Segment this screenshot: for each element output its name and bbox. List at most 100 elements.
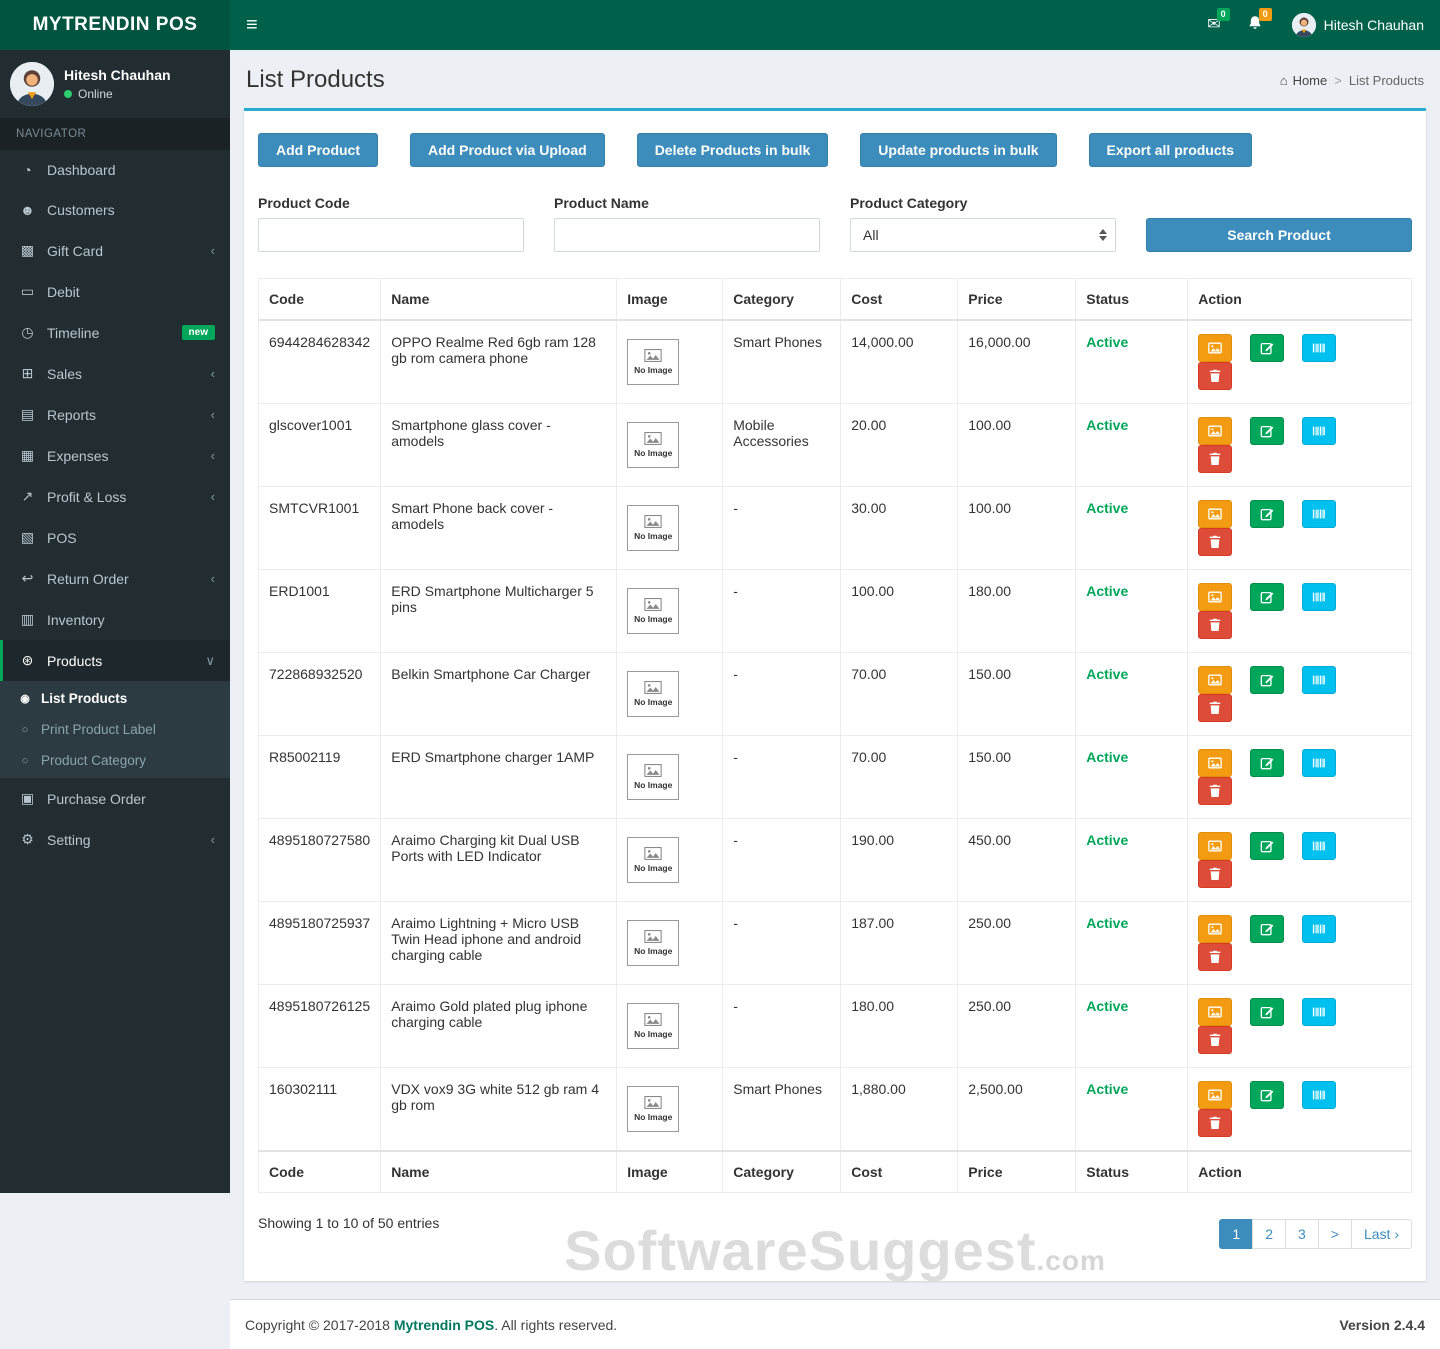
edit-action-button[interactable] <box>1250 334 1285 362</box>
barcode-action-button[interactable] <box>1302 417 1337 445</box>
barcode-action-button[interactable] <box>1302 666 1337 694</box>
product-image-cell: No Image <box>616 818 724 902</box>
sidebar-item-print-product-label[interactable]: ○ Print Product Label <box>0 714 230 745</box>
status-badge: Active <box>1086 915 1129 931</box>
sidebar-item-timeline[interactable]: ◷ Timeline new <box>0 312 230 353</box>
product-status-cell: Active <box>1075 984 1189 1068</box>
barcode-action-button[interactable] <box>1302 749 1337 777</box>
edit-icon <box>1260 342 1274 355</box>
delete-action-button[interactable] <box>1198 943 1233 971</box>
cart-icon: ⊞ <box>21 365 34 381</box>
add-product-button[interactable]: Add Product <box>258 133 378 167</box>
dashboard-icon: ◔ <box>23 162 32 178</box>
sidebar-item-products[interactable]: ⊛ Products ∨ <box>0 640 230 681</box>
circle-icon: ○ <box>21 754 29 767</box>
edit-action-button[interactable] <box>1250 583 1285 611</box>
delete-action-button[interactable] <box>1198 694 1233 722</box>
sidebar-item-setting[interactable]: ⚙ Setting ‹ <box>0 819 230 860</box>
barcode-action-button[interactable] <box>1302 500 1337 528</box>
table-row: 160302111 VDX vox9 3G white 512 gb ram 4… <box>257 1067 1412 1152</box>
breadcrumb-separator: > <box>1334 72 1342 88</box>
sidebar-item-sales[interactable]: ⊞ Sales ‹ <box>0 353 230 394</box>
search-product-button[interactable]: Search Product <box>1146 218 1412 252</box>
image-action-button[interactable] <box>1198 1081 1233 1109</box>
page-2[interactable]: 2 <box>1252 1219 1286 1249</box>
barcode-action-button[interactable] <box>1302 832 1337 860</box>
delete-action-button[interactable] <box>1198 362 1233 390</box>
delete-action-button[interactable] <box>1198 445 1233 473</box>
image-action-button[interactable] <box>1198 832 1233 860</box>
sidebar-item-pos[interactable]: ▧ POS <box>0 517 230 558</box>
edit-action-button[interactable] <box>1250 1081 1285 1109</box>
image-action-button[interactable] <box>1198 998 1233 1026</box>
product-price-cell: 150.00 <box>957 735 1077 819</box>
product-status-cell: Active <box>1075 319 1189 404</box>
footer-brand-link[interactable]: Mytrendin POS <box>394 1317 494 1333</box>
page-3[interactable]: 3 <box>1285 1219 1319 1249</box>
image-icon <box>1208 674 1223 686</box>
no-image-label: No Image <box>634 448 673 458</box>
sidebar-item-gift-card[interactable]: ▩ Gift Card ‹ <box>0 230 230 271</box>
product-image-cell: No Image <box>616 403 724 487</box>
barcode-action-button[interactable] <box>1302 334 1337 362</box>
edit-action-button[interactable] <box>1250 998 1285 1026</box>
page-last[interactable]: Last › <box>1350 1219 1412 1249</box>
product-name-cell: ERD Smartphone charger 1AMP <box>380 735 618 819</box>
sidebar-item-debit[interactable]: ▭ Debit <box>0 271 230 312</box>
image-action-button[interactable] <box>1198 583 1233 611</box>
sidebar-item-return-order[interactable]: ↩ Return Order ‹ <box>0 558 230 599</box>
product-name-input[interactable] <box>554 218 820 252</box>
sidebar-item-expenses[interactable]: ▦ Expenses ‹ <box>0 435 230 476</box>
product-category-select[interactable]: All <box>850 218 1116 252</box>
edit-action-button[interactable] <box>1250 666 1285 694</box>
breadcrumb-home-link[interactable]: ⌂ Home <box>1280 73 1328 88</box>
barcode-action-button[interactable] <box>1302 583 1337 611</box>
no-image-label: No Image <box>634 614 673 624</box>
user-menu[interactable]: Hitesh Chauhan <box>1276 0 1440 50</box>
sidebar-item-purchase-order[interactable]: ▣ Purchase Order <box>0 778 230 819</box>
sidebar-item-product-category[interactable]: ○ Product Category <box>0 745 230 776</box>
edit-action-button[interactable] <box>1250 915 1285 943</box>
product-code-input[interactable] <box>258 218 524 252</box>
image-placeholder-icon <box>644 930 662 943</box>
barcode-action-button[interactable] <box>1302 915 1337 943</box>
image-action-button[interactable] <box>1198 749 1233 777</box>
sidebar-item-list-products[interactable]: ◉ List Products <box>0 683 230 714</box>
sidebar-item-reports[interactable]: ▤ Reports ‹ <box>0 394 230 435</box>
delete-products-in-bulk-button[interactable]: Delete Products in bulk <box>636 133 829 167</box>
messages-button[interactable]: ✉ 0 <box>1194 0 1233 50</box>
product-thumbnail: No Image <box>627 920 680 966</box>
edit-action-button[interactable] <box>1250 749 1285 777</box>
barcode-action-button[interactable] <box>1302 998 1337 1026</box>
sidebar-item-profit-loss[interactable]: ↗ Profit & Loss ‹ <box>0 476 230 517</box>
image-action-button[interactable] <box>1198 666 1233 694</box>
edit-action-button[interactable] <box>1250 417 1285 445</box>
sidebar-item-inventory[interactable]: ▥ Inventory <box>0 599 230 640</box>
edit-action-button[interactable] <box>1250 832 1285 860</box>
chevron-icon: ‹ <box>210 571 215 586</box>
image-action-button[interactable] <box>1198 417 1233 445</box>
delete-action-button[interactable] <box>1198 611 1233 639</box>
notifications-button[interactable]: 0 <box>1234 0 1276 50</box>
image-action-button[interactable] <box>1198 915 1233 943</box>
update-products-in-bulk-button[interactable]: Update products in bulk <box>860 133 1057 167</box>
delete-action-button[interactable] <box>1198 1109 1233 1137</box>
sidebar-toggle-button[interactable]: ≡ <box>230 0 274 50</box>
edit-action-button[interactable] <box>1250 500 1285 528</box>
image-action-button[interactable] <box>1198 500 1233 528</box>
delete-action-button[interactable] <box>1198 528 1233 556</box>
delete-action-button[interactable] <box>1198 777 1233 805</box>
app-logo[interactable]: MYTRENDIN POS <box>0 0 230 50</box>
image-action-button[interactable] <box>1198 334 1233 362</box>
export-all-products-button[interactable]: Export all products <box>1088 133 1253 167</box>
add-product-via-upload-button[interactable]: Add Product via Upload <box>410 133 605 167</box>
sidebar-item-dashboard[interactable]: ◔ Dashboard <box>0 150 230 190</box>
image-icon <box>1208 840 1223 852</box>
product-action-cell <box>1187 486 1412 570</box>
barcode-action-button[interactable] <box>1302 1081 1337 1109</box>
page-next[interactable]: > <box>1317 1219 1352 1249</box>
delete-action-button[interactable] <box>1198 1026 1233 1054</box>
page-1[interactable]: 1 <box>1219 1219 1254 1249</box>
delete-action-button[interactable] <box>1198 860 1233 888</box>
sidebar-item-customers[interactable]: ☻ Customers <box>0 190 230 230</box>
